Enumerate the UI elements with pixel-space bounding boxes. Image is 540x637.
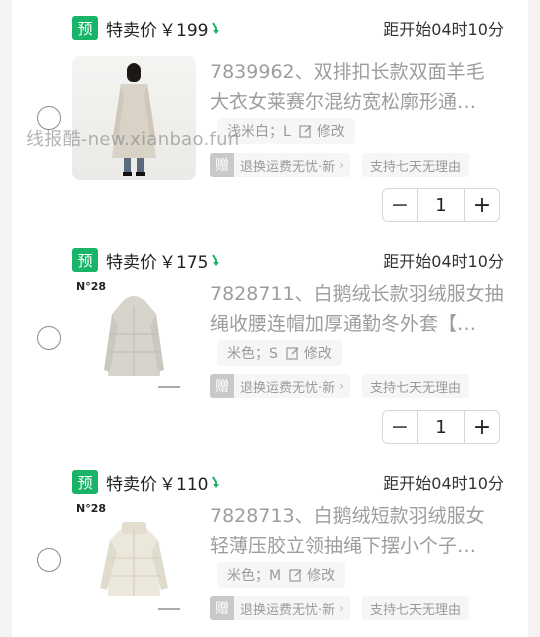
select-radio[interactable] — [37, 106, 61, 130]
title-line-2: 大衣女莱赛尔混纺宽松廓形通… — [210, 91, 477, 113]
spec-selector[interactable]: 米色；S 修改 — [217, 340, 342, 366]
increase-button[interactable]: + — [465, 411, 499, 443]
product-title[interactable]: 7828711、白鹅绒长款羽绒服女抽 绳收腰连帽加厚通勤冬外套【… — [210, 279, 506, 339]
gift-text: 退换运费无忧·新 — [240, 159, 336, 175]
gift-tag[interactable]: 赠 退换运费无忧·新 › — [210, 596, 350, 620]
gift-badge: 赠 — [210, 596, 234, 620]
product-title[interactable]: 7839962、双排扣长款双面羊毛 大衣女莱赛尔混纺宽松廓形通… — [210, 57, 506, 117]
return-policy-tag: 支持七天无理由 — [361, 153, 469, 177]
product-image[interactable] — [72, 56, 196, 180]
gift-badge: 赠 — [210, 374, 234, 398]
spec-text: 浅米白；L — [227, 124, 291, 140]
down-coat-illustration — [104, 296, 180, 388]
spec-edit-label: 修改 — [303, 346, 332, 362]
cart-item: 预 特卖价 ￥175 距开始04时10分 N°28 7828711、白鹅绒长款羽… — [12, 232, 528, 454]
down-arrow-icon — [212, 254, 220, 266]
price: ￥199 — [159, 20, 209, 41]
price: ￥175 — [159, 252, 209, 273]
item-header: 预 特卖价 ￥110 距开始04时10分 — [72, 468, 504, 496]
down-arrow-icon — [212, 22, 220, 34]
chevron-right-icon: › — [339, 601, 344, 615]
quantity-stepper: − 1 + — [382, 188, 500, 222]
title-line-1: 7839962、双排扣长款双面羊毛 — [210, 61, 485, 83]
product-title[interactable]: 7828713、白鹅绒短款羽绒服女 轻薄压胶立领抽绳下摆小个子… — [210, 501, 506, 561]
decrease-button[interactable]: − — [383, 189, 417, 221]
decrease-button[interactable]: − — [383, 411, 417, 443]
presale-badge: 预 — [72, 470, 98, 494]
spec-text: 米色；M — [227, 568, 282, 584]
presale-badge: 预 — [72, 16, 98, 40]
increase-button[interactable]: + — [465, 189, 499, 221]
edit-icon — [286, 347, 299, 360]
chevron-right-icon: › — [339, 158, 344, 172]
quantity-value[interactable]: 1 — [417, 411, 465, 443]
gift-tag[interactable]: 赠 退换运费无忧·新 › — [210, 374, 350, 398]
spec-edit-label: 修改 — [316, 124, 345, 140]
gift-text: 退换运费无忧·新 — [240, 380, 336, 396]
service-tags: 赠 退换运费无忧·新 › 支持七天无理由 — [210, 596, 469, 620]
edit-icon — [289, 569, 302, 582]
service-tags: 赠 退换运费无忧·新 › 支持七天无理由 — [210, 153, 469, 177]
gift-text: 退换运费无忧·新 — [240, 602, 336, 618]
countdown: 距开始04时10分 — [383, 474, 504, 493]
price-label: 特卖价 — [106, 474, 157, 495]
short-down-jacket-illustration — [100, 522, 180, 610]
gift-badge: 赠 — [210, 153, 234, 177]
spec-edit-label: 修改 — [307, 568, 336, 584]
quantity-stepper: − 1 + — [382, 410, 500, 444]
select-radio[interactable] — [37, 548, 61, 572]
chevron-right-icon: › — [339, 379, 344, 393]
quantity-value[interactable]: 1 — [417, 189, 465, 221]
edit-icon — [299, 125, 312, 138]
countdown: 距开始04时10分 — [383, 252, 504, 271]
gift-tag[interactable]: 赠 退换运费无忧·新 › — [210, 153, 350, 177]
product-image[interactable]: N°28 — [72, 500, 196, 624]
countdown: 距开始04时10分 — [383, 20, 504, 39]
price: ￥110 — [159, 474, 209, 495]
title-line-1: 7828713、白鹅绒短款羽绒服女 — [210, 505, 485, 527]
product-image[interactable]: N°28 — [72, 278, 196, 402]
spec-selector[interactable]: 米色；M 修改 — [217, 562, 346, 588]
brand-mark: N°28 — [76, 502, 107, 515]
return-policy-tag: 支持七天无理由 — [361, 374, 469, 398]
spec-text: 米色；S — [227, 346, 278, 362]
down-arrow-icon — [212, 476, 220, 488]
title-line-2: 轻薄压胶立领抽绳下摆小个子… — [210, 535, 477, 557]
item-header: 预 特卖价 ￥175 距开始04时10分 — [72, 246, 504, 274]
price-label: 特卖价 — [106, 20, 157, 41]
cart-item: 预 特卖价 ￥110 距开始04时10分 N°28 7828713、白鹅绒短款羽… — [12, 454, 528, 637]
presale-badge: 预 — [72, 248, 98, 272]
return-policy-tag: 支持七天无理由 — [361, 596, 469, 620]
select-radio[interactable] — [37, 326, 61, 350]
price-label: 特卖价 — [106, 252, 157, 273]
service-tags: 赠 退换运费无忧·新 › 支持七天无理由 — [210, 374, 469, 398]
item-header: 预 特卖价 ￥199 距开始04时10分 — [72, 14, 504, 42]
cart-item: 预 特卖价 ￥199 距开始04时10分 7839962、双排扣长款双面羊毛 大… — [12, 0, 528, 232]
coat-illustration — [112, 63, 156, 176]
brand-mark: N°28 — [76, 280, 107, 293]
title-line-2: 绳收腰连帽加厚通勤冬外套【… — [210, 313, 477, 335]
title-line-1: 7828711、白鹅绒长款羽绒服女抽 — [210, 283, 504, 305]
spec-selector[interactable]: 浅米白；L 修改 — [217, 118, 355, 144]
